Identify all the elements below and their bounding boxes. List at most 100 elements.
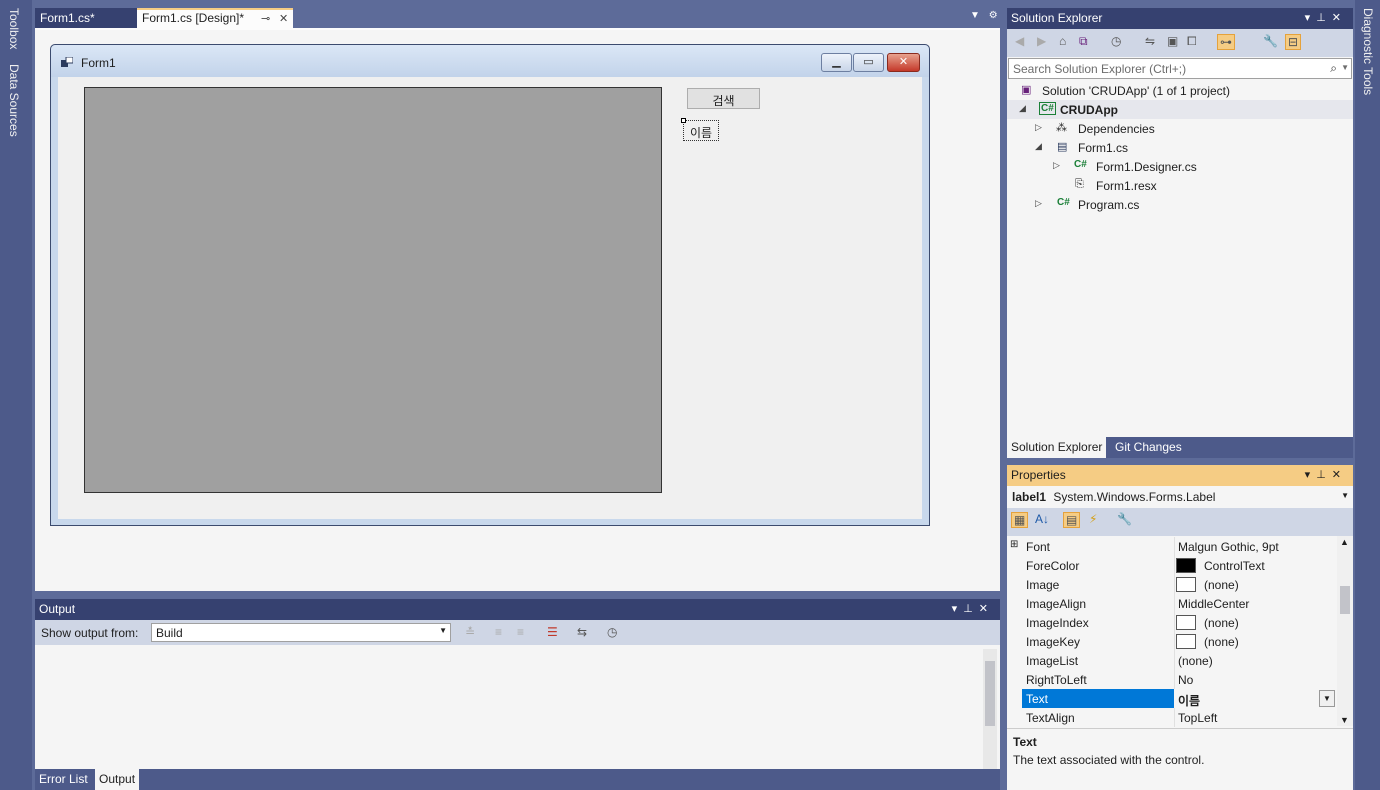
prop-value[interactable]: ControlText bbox=[1204, 559, 1265, 573]
alphabetical-icon[interactable]: A↓ bbox=[1035, 512, 1049, 526]
dropdown-icon[interactable]: ▾ bbox=[1305, 469, 1317, 481]
tree-item-form1-cs[interactable]: ◢ ▤ Form1.cs bbox=[1007, 138, 1353, 157]
maximize-button[interactable]: ▭ bbox=[853, 53, 884, 72]
wrench-icon[interactable]: 🔧 bbox=[1263, 34, 1278, 48]
solution-search-input[interactable]: Search Solution Explorer (Ctrl+;) ⌕ ▼ bbox=[1008, 58, 1352, 79]
show-all-files-icon[interactable]: ⧠ bbox=[1187, 34, 1197, 49]
close-icon[interactable]: ✕ bbox=[1332, 469, 1347, 481]
prop-value[interactable]: Malgun Gothic, 9pt bbox=[1178, 540, 1279, 554]
properties-icon[interactable]: ▤ bbox=[1063, 512, 1081, 528]
expand-plus-icon[interactable]: ⊞ bbox=[1010, 539, 1018, 550]
prop-name: Image bbox=[1026, 578, 1060, 592]
clear-all-icon[interactable]: ☰ bbox=[547, 625, 558, 639]
collapsed-arrow-icon[interactable]: ▷ bbox=[1035, 198, 1042, 209]
sync-icon[interactable]: ⇋ bbox=[1145, 34, 1155, 48]
tree-item-form1-designer[interactable]: ▷ C# Form1.Designer.cs bbox=[1007, 157, 1353, 176]
prop-value[interactable]: TopLeft bbox=[1178, 711, 1217, 725]
output-source-select[interactable]: Build ▼ bbox=[151, 623, 451, 642]
name-label-control[interactable]: 이름 bbox=[683, 120, 719, 141]
wrench-icon[interactable]: 🔧 bbox=[1117, 512, 1132, 526]
prop-row-font[interactable]: ⊞ Font Malgun Gothic, 9pt bbox=[1007, 537, 1337, 556]
prop-value[interactable]: (none) bbox=[1204, 635, 1239, 649]
home-icon[interactable]: ⌂ bbox=[1059, 34, 1066, 48]
prop-row-image[interactable]: Image (none) bbox=[1007, 575, 1337, 594]
gear-icon[interactable]: ⚙ bbox=[989, 10, 998, 21]
prop-row-righttoleft[interactable]: RightToLeft No bbox=[1007, 670, 1337, 689]
tree-item-project[interactable]: ◢ C# CRUDApp bbox=[1007, 100, 1353, 119]
tree-item-dependencies[interactable]: ▷ ⁂ Dependencies bbox=[1007, 119, 1353, 138]
clock-icon[interactable]: ◷ bbox=[607, 625, 617, 639]
prop-value[interactable]: MiddleCenter bbox=[1178, 597, 1249, 611]
tab-error-list[interactable]: Error List bbox=[35, 769, 92, 790]
previous-message-icon[interactable]: ≡ bbox=[495, 625, 502, 639]
output-vertical-scrollbar[interactable] bbox=[983, 649, 997, 769]
prop-value[interactable]: (none) bbox=[1204, 578, 1239, 592]
prop-row-imagelist[interactable]: ImageList (none) bbox=[1007, 651, 1337, 670]
track-active-icon[interactable]: ⊟ bbox=[1285, 34, 1302, 50]
data-sources-tab[interactable]: Data Sources bbox=[7, 64, 21, 137]
pin-icon[interactable]: ⊸ bbox=[261, 12, 270, 25]
dropdown-icon[interactable]: ▾ bbox=[952, 603, 964, 615]
tab-git-changes[interactable]: Git Changes bbox=[1111, 437, 1186, 458]
events-icon[interactable]: ⚡ bbox=[1089, 512, 1097, 526]
chevron-down-icon[interactable]: ▼ bbox=[1319, 690, 1335, 707]
output-text-area[interactable] bbox=[35, 645, 980, 769]
minimize-button[interactable]: ▁ bbox=[821, 53, 852, 72]
pin-icon[interactable]: ⊥ bbox=[963, 603, 979, 615]
pin-icon[interactable]: ⊥ bbox=[1316, 12, 1332, 24]
next-message-icon[interactable]: ≡ bbox=[517, 625, 524, 639]
scroll-down-icon[interactable]: ▼ bbox=[1340, 715, 1349, 725]
collapsed-arrow-icon[interactable]: ▷ bbox=[1035, 122, 1042, 133]
switch-views-icon[interactable]: ⧉ bbox=[1079, 34, 1088, 49]
find-message-icon[interactable]: ≛ bbox=[465, 625, 475, 639]
prop-row-forecolor[interactable]: ForeColor ControlText bbox=[1007, 556, 1337, 575]
prop-value[interactable]: No bbox=[1178, 673, 1193, 687]
tab-output[interactable]: Output bbox=[95, 769, 140, 790]
search-icon[interactable]: ⌕ bbox=[1330, 61, 1337, 76]
tab-solution-explorer[interactable]: Solution Explorer bbox=[1007, 437, 1107, 458]
object-selector[interactable]: label1 System.Windows.Forms.Label ▼ bbox=[1007, 486, 1353, 508]
preview-selected-icon[interactable]: ⊶ bbox=[1217, 34, 1235, 50]
dropdown-icon[interactable]: ▾ bbox=[1305, 12, 1317, 24]
tab-form1-cs[interactable]: Form1.cs* bbox=[35, 8, 137, 28]
scroll-up-icon[interactable]: ▲ bbox=[1340, 537, 1349, 547]
prop-row-imageindex[interactable]: ImageIndex (none) bbox=[1007, 613, 1337, 632]
pin-icon[interactable]: ⊥ bbox=[1316, 469, 1332, 481]
prop-row-imagealign[interactable]: ImageAlign MiddleCenter bbox=[1007, 594, 1337, 613]
form-window[interactable]: Form1 ▁ ▭ ✕ 검색 이름 bbox=[50, 44, 930, 526]
tab-dropdown-icon[interactable]: ▼ bbox=[970, 10, 980, 21]
diagnostic-tools-tab[interactable]: Diagnostic Tools bbox=[1361, 8, 1375, 95]
prop-row-imagekey[interactable]: ImageKey (none) bbox=[1007, 632, 1337, 651]
prop-row-text[interactable]: Text 이름 ▼ bbox=[1007, 689, 1337, 708]
scrollbar-thumb[interactable] bbox=[985, 661, 995, 726]
close-button[interactable]: ✕ bbox=[887, 53, 920, 72]
prop-value-input[interactable]: 이름 bbox=[1178, 692, 1200, 709]
search-button[interactable]: 검색 bbox=[687, 88, 760, 109]
properties-vertical-scrollbar[interactable]: ▲ ▼ bbox=[1337, 536, 1353, 726]
close-icon[interactable]: ✕ bbox=[279, 12, 288, 25]
back-icon[interactable]: ◀ bbox=[1015, 34, 1024, 48]
close-icon[interactable]: ✕ bbox=[979, 603, 994, 615]
scrollbar-thumb[interactable] bbox=[1340, 586, 1350, 614]
data-grid-view[interactable] bbox=[84, 87, 662, 493]
selection-grip[interactable] bbox=[681, 118, 686, 123]
prop-value[interactable]: (none) bbox=[1178, 654, 1213, 668]
close-icon[interactable]: ✕ bbox=[1332, 12, 1347, 24]
tree-item-solution[interactable]: ▣ Solution 'CRUDApp' (1 of 1 project) bbox=[1007, 81, 1353, 100]
expanded-arrow-icon[interactable]: ◢ bbox=[1019, 103, 1026, 114]
forward-icon[interactable]: ▶ bbox=[1037, 34, 1046, 48]
tree-item-form1-resx[interactable]: ⎘ Form1.resx bbox=[1007, 176, 1353, 195]
toolbox-tab[interactable]: Toolbox bbox=[7, 8, 21, 49]
chevron-down-icon[interactable]: ▼ bbox=[1341, 63, 1349, 72]
property-description: Text The text associated with the contro… bbox=[1007, 728, 1353, 790]
tree-item-program-cs[interactable]: ▷ C# Program.cs bbox=[1007, 195, 1353, 214]
collapse-all-icon[interactable]: ▣ bbox=[1167, 34, 1178, 48]
prop-value[interactable]: (none) bbox=[1204, 616, 1239, 630]
prop-row-textalign[interactable]: TextAlign TopLeft bbox=[1007, 708, 1337, 727]
expanded-arrow-icon[interactable]: ◢ bbox=[1035, 141, 1042, 152]
word-wrap-icon[interactable]: ⇆ bbox=[577, 625, 587, 639]
pending-changes-icon[interactable]: ◷ bbox=[1111, 34, 1121, 48]
categorized-icon[interactable]: ▦ bbox=[1011, 512, 1029, 528]
tab-form1-design[interactable]: Form1.cs [Design]* ⊸ ✕ bbox=[137, 8, 293, 28]
collapsed-arrow-icon[interactable]: ▷ bbox=[1053, 160, 1060, 171]
